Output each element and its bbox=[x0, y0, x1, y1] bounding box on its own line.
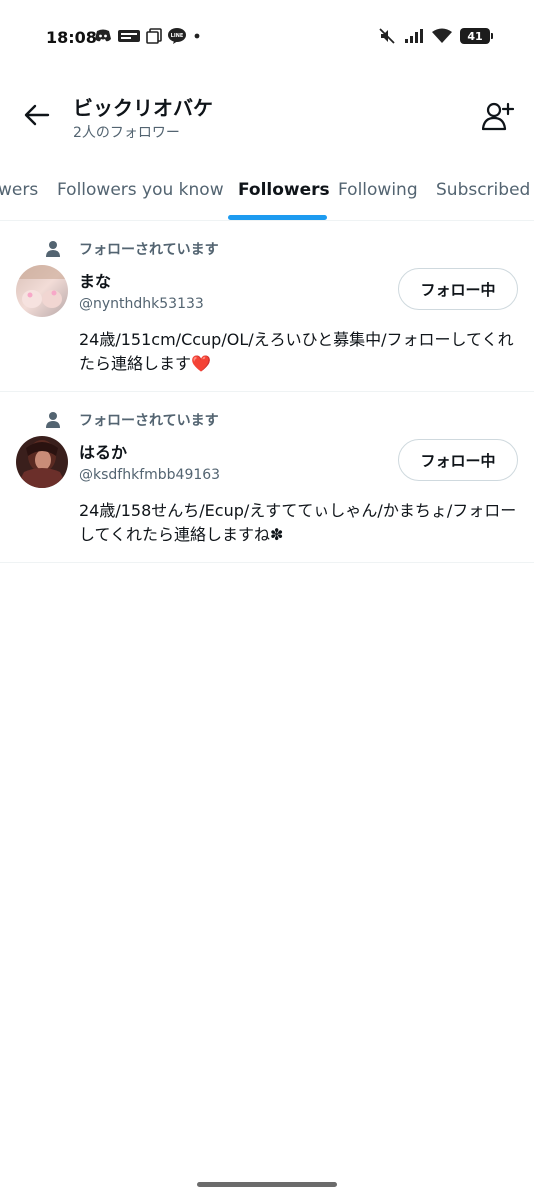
home-indicator[interactable] bbox=[197, 1182, 337, 1187]
wifi-icon bbox=[432, 28, 452, 43]
page-title: ビックリオバケ bbox=[73, 96, 213, 120]
avatar[interactable] bbox=[16, 265, 68, 317]
user-handle[interactable]: @ksdfhkfmbb49163 bbox=[79, 467, 220, 483]
notification-icons: LINE bbox=[94, 28, 202, 44]
battery-icon: 41 bbox=[460, 28, 493, 44]
user-name[interactable]: はるか bbox=[79, 439, 127, 463]
follower-count: 2人のフォロワー bbox=[73, 125, 180, 141]
tab-partial-followers[interactable]: wers bbox=[0, 166, 38, 216]
add-user-button[interactable] bbox=[478, 96, 518, 136]
tab-followers-you-know[interactable]: Followers you know bbox=[57, 166, 224, 216]
mute-icon bbox=[379, 28, 395, 44]
status-time: 18:08 bbox=[46, 28, 97, 47]
follows-you-context: フォローされています bbox=[44, 410, 219, 430]
status-bar: 18:08 LINE 41 bbox=[0, 0, 534, 78]
add-user-icon bbox=[482, 102, 514, 131]
user-name[interactable]: まな bbox=[79, 268, 111, 292]
follower-list: フォローされています まな @nynthdhk53133 フォロー中 24歳/1… bbox=[0, 221, 534, 563]
tab-subscribed[interactable]: Subscribed bbox=[436, 166, 530, 216]
following-button[interactable]: フォロー中 bbox=[398, 439, 518, 481]
user-handle[interactable]: @nynthdhk53133 bbox=[79, 296, 204, 312]
context-label: フォローされています bbox=[79, 242, 219, 258]
app-badge-icon bbox=[118, 30, 140, 42]
list-item[interactable]: フォローされています まな @nynthdhk53133 フォロー中 24歳/1… bbox=[0, 221, 534, 392]
follows-you-context: フォローされています bbox=[44, 239, 219, 259]
top-app-bar: ビックリオバケ 2人のフォロワー bbox=[0, 78, 534, 166]
line-icon: LINE bbox=[168, 28, 186, 44]
person-icon bbox=[46, 412, 60, 428]
active-tab-indicator bbox=[228, 215, 327, 220]
dot-icon bbox=[194, 33, 200, 39]
discord-icon bbox=[95, 29, 111, 42]
person-icon bbox=[46, 241, 60, 257]
svg-text:LINE: LINE bbox=[171, 33, 184, 39]
system-icons: 41 bbox=[378, 27, 493, 45]
avatar[interactable] bbox=[16, 436, 68, 488]
user-bio: 24歳/158せんち/Ecup/えすててぃしゃん/かまちょ/フォローしてくれたら… bbox=[79, 501, 517, 544]
tab-bar: wers Followers you know Followers Follow… bbox=[0, 166, 534, 221]
copy-icon bbox=[146, 28, 162, 44]
back-button[interactable] bbox=[18, 96, 56, 134]
tab-following[interactable]: Following bbox=[338, 166, 418, 216]
following-button[interactable]: フォロー中 bbox=[398, 268, 518, 310]
battery-level: 41 bbox=[467, 29, 483, 43]
tab-followers[interactable]: Followers bbox=[238, 166, 330, 216]
list-item[interactable]: フォローされています はるか @ksdfhkfmbb49163 フォロー中 24… bbox=[0, 392, 534, 563]
arrow-left-icon bbox=[24, 104, 50, 126]
signal-icon bbox=[405, 29, 423, 43]
user-bio: 24歳/151cm/Ccup/OL/えろいひと募集中/フォローしてくれたら連絡し… bbox=[79, 330, 514, 373]
context-label: フォローされています bbox=[79, 413, 219, 429]
